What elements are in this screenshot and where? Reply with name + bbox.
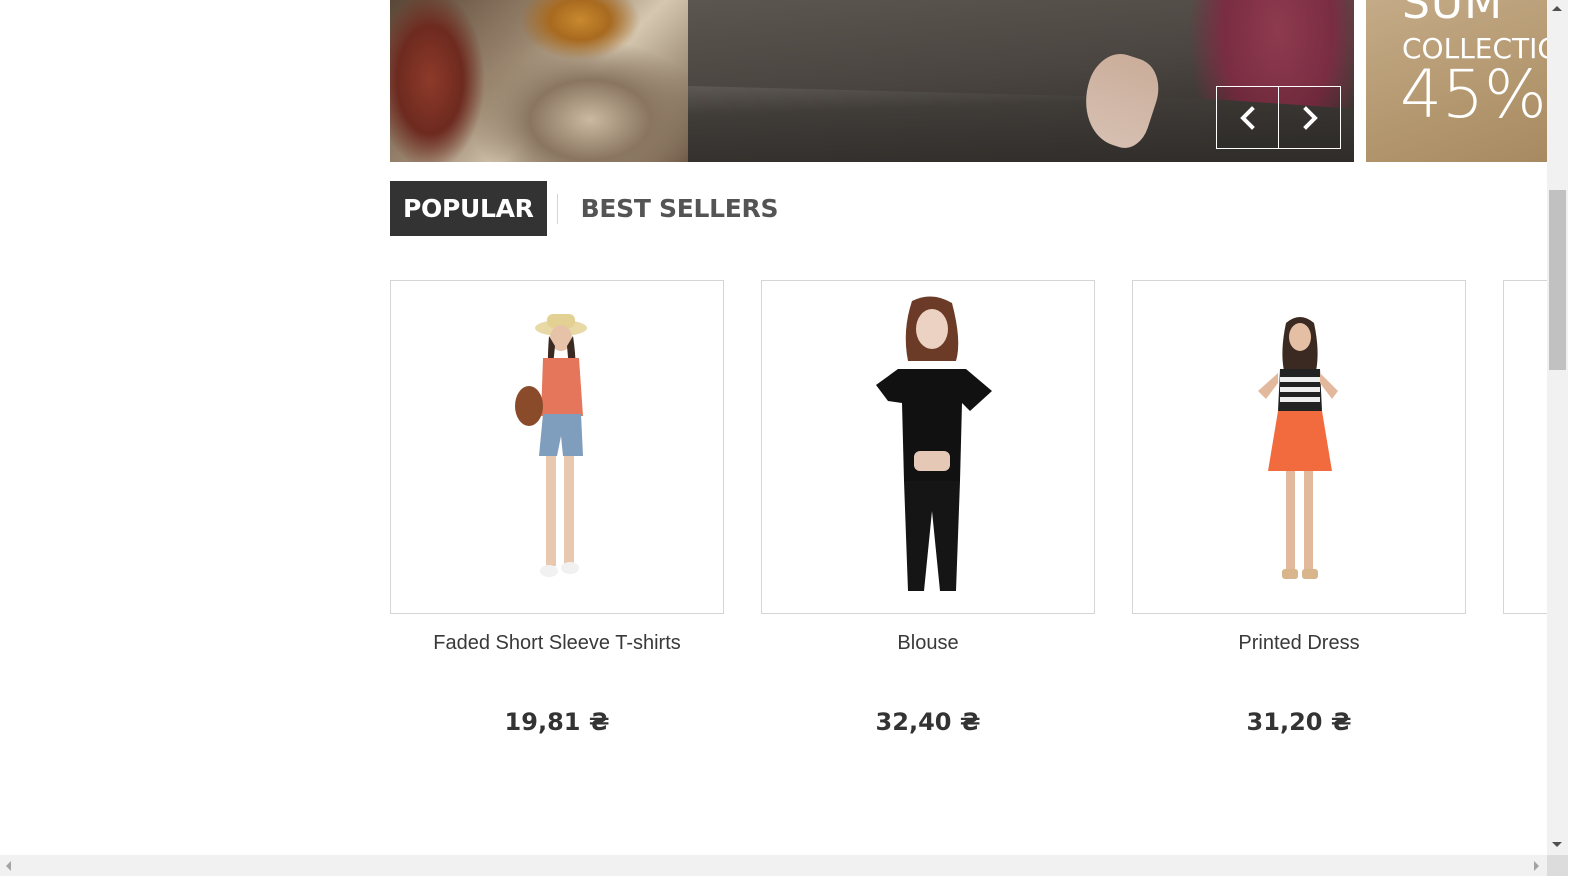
product-card: Printed Dress 31,20 ₴ xyxy=(1132,280,1466,736)
product-photo-printed-dress xyxy=(1258,317,1338,579)
scroll-right-icon[interactable] xyxy=(1534,861,1539,871)
product-image[interactable] xyxy=(1132,280,1466,614)
scroll-left-icon[interactable] xyxy=(6,861,11,871)
chevron-left-icon xyxy=(1239,105,1255,130)
product-image[interactable] xyxy=(761,280,1095,614)
product-card: Faded Short Sleeve T-shirts 19,81 ₴ xyxy=(390,280,724,736)
banner-image-left[interactable] xyxy=(390,0,688,162)
promo-discount: 45% xyxy=(1400,56,1547,133)
chevron-right-icon xyxy=(1302,105,1318,130)
vertical-scrollbar[interactable] xyxy=(1547,0,1568,855)
product-photo-tshirt xyxy=(515,314,587,577)
product-image[interactable] xyxy=(390,280,724,614)
promo-heading: SUM xyxy=(1402,0,1504,29)
scroll-up-icon[interactable] xyxy=(1552,6,1562,11)
slider-next-button[interactable] xyxy=(1278,86,1341,149)
horizontal-scrollbar[interactable] xyxy=(0,855,1547,876)
product-price: 31,20 ₴ xyxy=(1246,708,1352,736)
product-name[interactable]: Printed Dress xyxy=(1132,632,1466,655)
tab-popular[interactable]: POPULAR xyxy=(390,181,547,236)
product-price: 19,81 ₴ xyxy=(504,708,610,736)
product-price: 32,40 ₴ xyxy=(875,708,981,736)
product-name[interactable]: Blouse xyxy=(761,632,1095,655)
product-photo-blouse xyxy=(876,296,992,591)
slider-prev-button[interactable] xyxy=(1216,86,1279,149)
product-card-partial xyxy=(1503,280,1547,614)
page-viewport: SUM COLLECTIO 45% POPULAR BEST SELLERS F… xyxy=(0,0,1547,855)
vertical-scroll-thumb[interactable] xyxy=(1549,190,1566,370)
product-name[interactable]: Faded Short Sleeve T-shirts xyxy=(390,632,724,655)
product-card: Blouse 32,40 ₴ xyxy=(761,280,1095,736)
tab-best-sellers[interactable]: BEST SELLERS xyxy=(558,181,792,236)
banner-promo[interactable]: SUM COLLECTIO 45% xyxy=(1366,0,1547,162)
slider-navigation xyxy=(1216,86,1341,149)
product-image[interactable] xyxy=(1503,280,1547,614)
scroll-down-icon[interactable] xyxy=(1552,842,1562,847)
scrollbar-corner xyxy=(1547,855,1568,876)
product-tabs: POPULAR BEST SELLERS xyxy=(390,181,791,236)
